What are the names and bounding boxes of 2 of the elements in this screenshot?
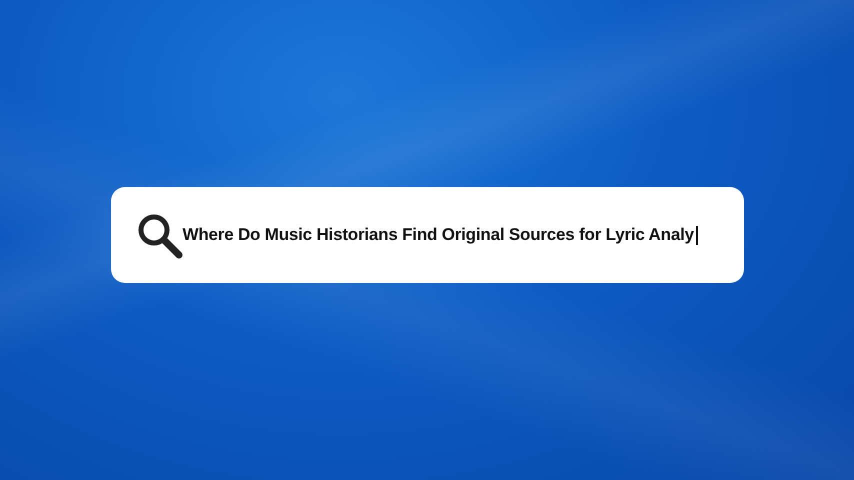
search-text: Where Do Music Historians Find Original Sources for Lyric Analy: [182, 225, 694, 245]
search-field[interactable]: Where Do Music Historians Find Original Sources for Lyric Analy: [110, 187, 744, 283]
